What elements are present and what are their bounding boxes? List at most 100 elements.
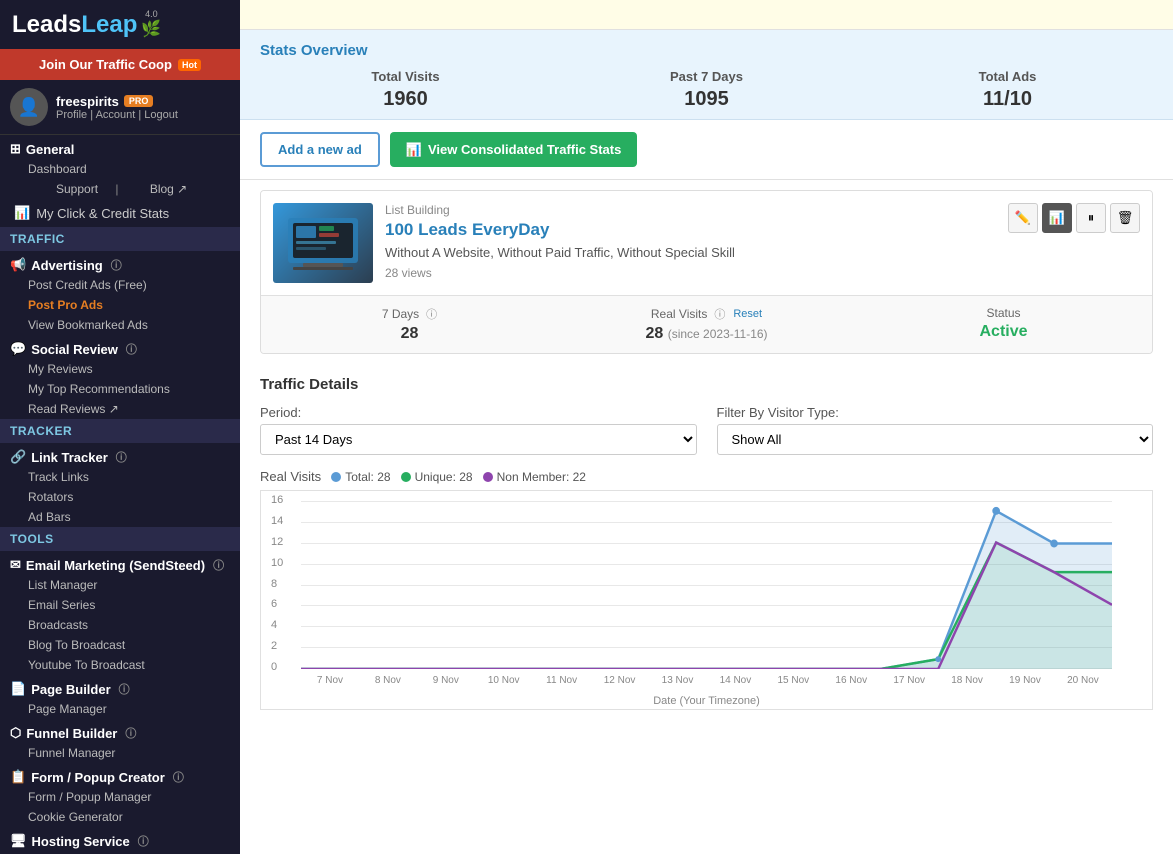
sidebar-item-funnel-manager[interactable]: Funnel Manager [0, 743, 240, 763]
form-info-icon[interactable]: ⓘ [173, 769, 184, 785]
x-label-18nov: 18 Nov [938, 675, 996, 686]
coop-button[interactable]: Join Our Traffic Coop Hot [0, 49, 240, 80]
sidebar-item-post-pro[interactable]: Post Pro Ads [0, 295, 240, 315]
hot-badge: Hot [178, 59, 201, 71]
ad-card: List Building 100 Leads EveryDay Without… [260, 190, 1153, 354]
sidebar-item-support[interactable]: Support [28, 179, 112, 199]
x-label-14nov: 14 Nov [706, 675, 764, 686]
real-visits-info-icon[interactable]: ⓘ [714, 306, 725, 322]
stat-total-ads-value: 11/10 [862, 88, 1153, 111]
ad-card-header: List Building 100 Leads EveryDay Without… [261, 191, 1152, 295]
sidebar-item-blog-broadcast[interactable]: Blog To Broadcast [0, 635, 240, 655]
sidebar-section-tools: Tools [0, 527, 240, 551]
legend-total-label: Total: 28 [345, 470, 390, 484]
pro-badge: PRO [124, 95, 154, 107]
stat-real-visits: Real Visits ⓘ Reset 28 (since 2023-11-16… [558, 306, 855, 343]
stat-total-visits-label: Total Visits [260, 69, 551, 84]
chart-container: 16 14 12 10 8 6 4 2 0 [260, 490, 1153, 710]
profile-link[interactable]: Profile [56, 109, 87, 121]
stat-total-visits: Total Visits 1960 [260, 69, 551, 111]
sidebar-group-page-builder: 📄 Page Builder ⓘ [0, 675, 240, 699]
sidebar-item-form-manager[interactable]: Form / Popup Manager [0, 787, 240, 807]
email-icon: ✉ [10, 557, 21, 573]
x-label-7nov: 7 Nov [301, 675, 359, 686]
hosting-icon: 🖥 [10, 833, 27, 849]
sidebar-group-social-review: 💬 Social Review ⓘ [0, 335, 240, 359]
7days-info-icon[interactable]: ⓘ [426, 306, 437, 322]
link-tracker-info-icon[interactable]: ⓘ [116, 449, 127, 465]
stat-real-visits-label: Real Visits ⓘ Reset [558, 306, 855, 322]
legend-total-dot [331, 472, 341, 482]
action-bar: Add a new ad 📊 View Consolidated Traffic… [240, 120, 1173, 180]
sidebar-item-youtube-broadcast[interactable]: Youtube To Broadcast [0, 655, 240, 675]
pause-ad-button[interactable]: ⏸ [1076, 203, 1106, 233]
add-new-ad-button[interactable]: Add a new ad [260, 132, 380, 167]
email-label: Email Marketing (SendSteed) [26, 558, 205, 573]
sidebar-item-dashboard[interactable]: Dashboard [0, 159, 240, 179]
social-icon: 💬 [10, 341, 26, 357]
legend-unique-dot [401, 472, 411, 482]
traffic-label: Traffic [10, 232, 65, 246]
edit-ad-button[interactable]: ✏️ [1008, 203, 1038, 233]
x-label-12nov: 12 Nov [591, 675, 649, 686]
logo-text: LeadsLeap [12, 11, 137, 39]
visitor-type-select[interactable]: Show All Members Only Non Members Only [717, 424, 1154, 455]
advertising-info-icon[interactable]: ⓘ [111, 257, 122, 273]
sidebar: LeadsLeap 4.0 🌿 Join Our Traffic Coop Ho… [0, 0, 240, 854]
logout-link[interactable]: Logout [144, 109, 178, 121]
advertising-label: Advertising [31, 258, 103, 273]
sidebar-item-rotators[interactable]: Rotators [0, 487, 240, 507]
sidebar-item-track-links[interactable]: Track Links [0, 467, 240, 487]
sidebar-item-ad-bars[interactable]: Ad Bars [0, 507, 240, 527]
sidebar-item-my-reviews[interactable]: My Reviews [0, 359, 240, 379]
real-visits-header: Real Visits Total: 28 Unique: 28 Non Mem… [260, 469, 1153, 484]
period-filter: Period: Past 14 Days Past 7 Days Past 30… [260, 405, 697, 455]
funnel-info-icon[interactable]: ⓘ [125, 725, 136, 741]
sidebar-item-broadcasts[interactable]: Broadcasts [0, 615, 240, 635]
logo-version: 4.0 [145, 10, 158, 19]
hosting-label: Hosting Service [32, 834, 130, 849]
ad-actions: ✏️ 📊 ⏸ 🗑 [1008, 203, 1140, 233]
tracker-label: Tracker [10, 424, 72, 438]
legend-unique: Unique: 28 [401, 470, 473, 484]
top-banner [240, 0, 1173, 30]
stat-status-label: Status [855, 306, 1152, 320]
page-builder-info-icon[interactable]: ⓘ [119, 681, 130, 697]
reset-link[interactable]: Reset [733, 308, 762, 320]
sidebar-item-top-recommendations[interactable]: My Top Recommendations [0, 379, 240, 399]
sidebar-item-post-credit[interactable]: Post Credit Ads (Free) [0, 275, 240, 295]
period-select[interactable]: Past 14 Days Past 7 Days Past 30 Days Al… [260, 424, 697, 455]
social-info-icon[interactable]: ⓘ [126, 341, 137, 357]
sidebar-item-cookie-generator[interactable]: Cookie Generator [0, 807, 240, 827]
sidebar-item-blog[interactable]: Blog ↗ [122, 179, 201, 199]
sidebar-item-list-manager[interactable]: List Manager [0, 575, 240, 595]
link-tracker-icon: 🔗 [10, 449, 26, 465]
logo-area: LeadsLeap 4.0 🌿 [0, 0, 240, 49]
general-icon: ⊞ [10, 141, 21, 157]
x-label-13nov: 13 Nov [649, 675, 707, 686]
legend-nonmember-dot [483, 472, 493, 482]
traffic-details-title: Traffic Details [260, 376, 1153, 393]
account-link[interactable]: Account [96, 109, 136, 121]
x-label-9nov: 9 Nov [417, 675, 475, 686]
visitor-type-label: Filter By Visitor Type: [717, 405, 1154, 420]
social-label: Social Review [31, 342, 118, 357]
delete-ad-button[interactable]: 🗑 [1110, 203, 1140, 233]
sidebar-group-hosting: 🖥 Hosting Service ⓘ [0, 827, 240, 851]
view-stats-button[interactable]: 📊 View Consolidated Traffic Stats [390, 132, 638, 167]
sidebar-item-email-series[interactable]: Email Series [0, 595, 240, 615]
stat-7days-label: 7 Days ⓘ [261, 306, 558, 322]
stats-overview: Stats Overview Total Visits 1960 Past 7 … [240, 30, 1173, 120]
x-label-15nov: 15 Nov [764, 675, 822, 686]
sidebar-item-page-manager[interactable]: Page Manager [0, 699, 240, 719]
chart-ad-button[interactable]: 📊 [1042, 203, 1072, 233]
link-tracker-label: Link Tracker [31, 450, 108, 465]
sidebar-item-bookmarked[interactable]: View Bookmarked Ads [0, 315, 240, 335]
email-info-icon[interactable]: ⓘ [213, 557, 224, 573]
sidebar-group-email-marketing: ✉ Email Marketing (SendSteed) ⓘ [0, 551, 240, 575]
legend-nonmember-label: Non Member: 22 [497, 470, 586, 484]
sidebar-item-click-credit[interactable]: 📊 My Click & Credit Stats [0, 199, 240, 227]
sidebar-group-advertising: 📢 Advertising ⓘ [0, 251, 240, 275]
sidebar-item-read-reviews[interactable]: Read Reviews ↗ [0, 399, 240, 419]
hosting-info-icon[interactable]: ⓘ [138, 833, 149, 849]
